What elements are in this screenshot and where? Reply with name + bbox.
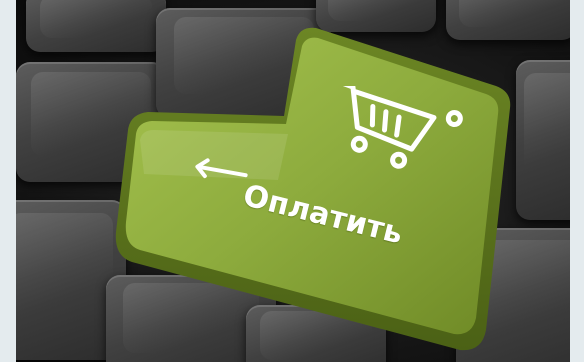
shopping-cart-icon — [333, 86, 463, 169]
enter-key[interactable] — [16, 0, 570, 362]
image-frame: Оплатить — [0, 0, 584, 362]
keyboard-photo: Оплатить — [16, 0, 570, 362]
return-arrow-icon — [195, 158, 248, 179]
